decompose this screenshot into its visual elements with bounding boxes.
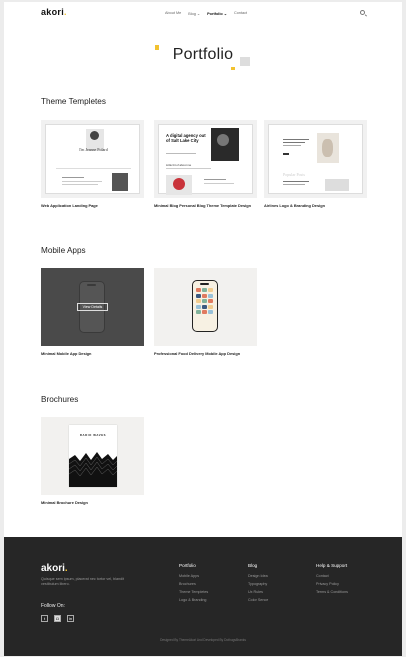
- footer-col-title-help: Help & Support: [316, 563, 348, 568]
- footer-description: Quisque sem ipsum, placerat nec tortor v…: [41, 577, 125, 586]
- site-logo[interactable]: akori.: [41, 7, 67, 17]
- portfolio-card-minimal-app[interactable]: View Details: [41, 268, 144, 346]
- page: akori. About Me Blog ⌄ Portfolio ⌄ Conta…: [4, 2, 402, 656]
- top-nav: akori. About Me Blog ⌄ Portfolio ⌄ Conta…: [4, 2, 402, 24]
- follow-label: Follow On:: [41, 603, 65, 609]
- brochure-cover: RADIO WAVES: [69, 425, 117, 487]
- portfolio-card-food-app[interactable]: [154, 268, 257, 346]
- footer-col-title-blog: Blog: [248, 563, 258, 568]
- logo-dot: .: [64, 7, 67, 17]
- decor-square-yellow-small: [231, 67, 235, 70]
- menu-item-blog[interactable]: Blog ⌄: [188, 11, 200, 16]
- phone-mockup: [192, 280, 218, 332]
- page-title: Portfolio: [172, 46, 234, 63]
- card-caption-minimal-app[interactable]: Minimal Mobile App Design: [41, 351, 147, 356]
- footer-link-privacy-policy[interactable]: Privacy Policy: [316, 582, 339, 586]
- logo-text: akori: [41, 7, 65, 17]
- card-caption-landing[interactable]: Web Application Landing Page: [41, 203, 147, 208]
- portfolio-card-brochure[interactable]: RADIO WAVES: [41, 417, 144, 495]
- footer-link-contact[interactable]: Contact: [316, 574, 329, 578]
- section-title-theme: Theme Templetes: [41, 97, 106, 106]
- section-title-brochures: Brochures: [41, 395, 79, 404]
- main-menu: About Me Blog ⌄ Portfolio ⌄ Contact: [165, 11, 247, 16]
- site-footer: akori. Quisque sem ipsum, placerat nec t…: [4, 537, 402, 656]
- footer-link-typography[interactable]: Typography: [248, 582, 267, 586]
- thumb-heading: I'm Jeanne Polard: [79, 147, 108, 152]
- footer-link-ux-rules[interactable]: Ux Rules: [248, 590, 263, 594]
- blog-thumbnail: A digital agency out of Salt Lake City L…: [158, 124, 253, 195]
- card-caption-airlines[interactable]: Airlines Logo & Branding Design: [264, 203, 370, 208]
- linkedin-icon[interactable]: in: [67, 615, 74, 622]
- wave-artwork: [69, 452, 117, 487]
- menu-item-about[interactable]: About Me: [165, 11, 181, 16]
- footer-link-design-idea[interactable]: Design Idea: [248, 574, 268, 578]
- thumb-heading: Popular Posts: [283, 172, 305, 177]
- portfolio-card-blog[interactable]: A digital agency out of Salt Lake City L…: [154, 120, 257, 198]
- portfolio-card-landing[interactable]: I'm Jeanne Polard: [41, 120, 144, 198]
- brochure-cover-title: RADIO WAVES: [79, 433, 107, 437]
- menu-item-portfolio[interactable]: Portfolio ⌄: [207, 11, 227, 16]
- thumb-heading: A digital agency out of Salt Lake City: [166, 133, 206, 143]
- footer-link-theme-templetes[interactable]: Theme Templetes: [179, 590, 208, 594]
- card-caption-brochure[interactable]: Minimal Brochure Design: [41, 500, 147, 505]
- view-details-button[interactable]: View Details: [77, 303, 108, 311]
- section-title-mobile: Mobile Apps: [41, 246, 86, 255]
- footer-link-brochures[interactable]: Brochures: [179, 582, 196, 586]
- footer-link-logo-branding[interactable]: Logo & Branding: [179, 598, 206, 602]
- menu-item-contact[interactable]: Contact: [234, 11, 247, 16]
- search-icon[interactable]: [360, 10, 365, 15]
- landing-thumbnail: I'm Jeanne Polard: [45, 124, 140, 194]
- footer-credit: Designed By ThemeAkori And Developed By …: [160, 638, 246, 642]
- footer-link-mobile-apps[interactable]: Mobile Apps: [179, 574, 199, 578]
- instagram-icon[interactable]: ◘: [54, 615, 61, 622]
- card-caption-food-app[interactable]: Professional Food Delivery Mobile App De…: [154, 351, 244, 356]
- portfolio-card-airlines[interactable]: Popular Posts: [264, 120, 367, 198]
- footer-logo-dot: .: [64, 563, 68, 574]
- twitter-icon[interactable]: t: [41, 615, 48, 622]
- footer-logo-text: akori: [41, 563, 65, 574]
- footer-link-color-sence[interactable]: Color Sence: [248, 598, 268, 602]
- airlines-thumbnail: Popular Posts: [268, 124, 363, 194]
- card-caption-blog[interactable]: Minimal Blog Personal Blog Theme Templat…: [154, 203, 260, 208]
- footer-link-terms[interactable]: Terms & Conditions: [316, 590, 348, 594]
- footer-logo[interactable]: akori.: [41, 563, 68, 574]
- thumb-subheading: Little bit of about me: [166, 163, 192, 167]
- footer-col-title-portfolio: Portfolio: [179, 563, 196, 568]
